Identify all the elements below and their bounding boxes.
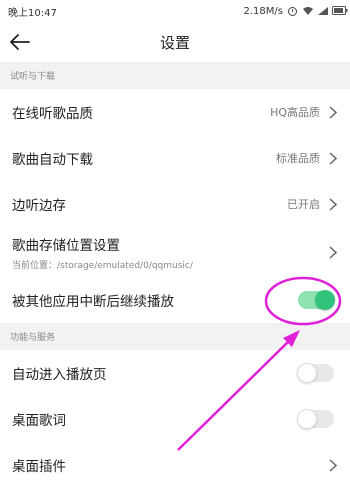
network-speed: 2.18M/s — [243, 5, 283, 17]
toggle-knob — [315, 290, 335, 310]
row-desktop-widget[interactable]: 桌面插件 — [0, 442, 350, 488]
chevron-right-icon — [326, 197, 340, 211]
wifi-icon — [302, 6, 313, 16]
row-value: HQ高品质 — [270, 106, 320, 119]
toggle-knob — [297, 409, 317, 429]
title-bar: 设置 — [0, 22, 350, 62]
status-bar: 晚上10:47 2.18M/s — [0, 0, 350, 22]
row-online-quality[interactable]: 在线听歌品质 HQ高品质 — [0, 89, 350, 135]
signal-icon — [317, 6, 328, 16]
battery-icon — [332, 6, 348, 16]
page-title: 设置 — [159, 33, 190, 52]
section-header-listen-download: 试听与下载 — [0, 62, 350, 89]
alarm-icon — [288, 6, 297, 16]
row-label: 歌曲存储位置设置 — [12, 237, 120, 254]
row-label: 边听边存 — [12, 198, 66, 214]
row-label: 被其他应用中断后继续播放 — [12, 294, 174, 310]
chevron-right-icon — [326, 458, 340, 472]
row-label: 在线听歌品质 — [12, 106, 93, 122]
row-sublabel: 当前位置：/storage/emulated/0/qqmusic/ — [12, 260, 193, 271]
row-label: 歌曲自动下载 — [12, 152, 93, 168]
chevron-right-icon — [326, 151, 340, 165]
row-resume-after-interrupt[interactable]: 被其他应用中断后继续播放 — [0, 277, 350, 323]
chevron-right-icon — [326, 105, 340, 119]
resume-toggle[interactable] — [298, 290, 335, 310]
back-arrow-icon — [10, 34, 30, 50]
row-cache-while-playing[interactable]: 边听边存 已开启 — [0, 181, 350, 227]
row-storage-location[interactable]: 歌曲存储位置设置 当前位置：/storage/emulated/0/qqmusi… — [0, 227, 350, 277]
status-right: 2.18M/s — [243, 5, 348, 17]
toggle-knob — [297, 363, 317, 383]
chevron-right-icon — [326, 245, 340, 259]
row-auto-download[interactable]: 歌曲自动下载 标准品质 — [0, 135, 350, 181]
back-button[interactable] — [8, 30, 32, 54]
status-time: 晚上10:47 — [8, 7, 57, 19]
auto-player-toggle[interactable] — [297, 363, 334, 383]
row-label: 自动进入播放页 — [12, 367, 107, 383]
desktop-lyrics-toggle[interactable] — [297, 409, 334, 429]
row-auto-player-page[interactable]: 自动进入播放页 — [0, 350, 350, 396]
row-value: 已开启 — [287, 198, 320, 211]
section-header-features: 功能与服务 — [0, 323, 350, 350]
row-label: 桌面插件 — [12, 459, 66, 475]
row-desktop-lyrics[interactable]: 桌面歌词 — [0, 396, 350, 442]
row-value: 标准品质 — [276, 152, 320, 165]
row-label: 桌面歌词 — [12, 413, 66, 429]
